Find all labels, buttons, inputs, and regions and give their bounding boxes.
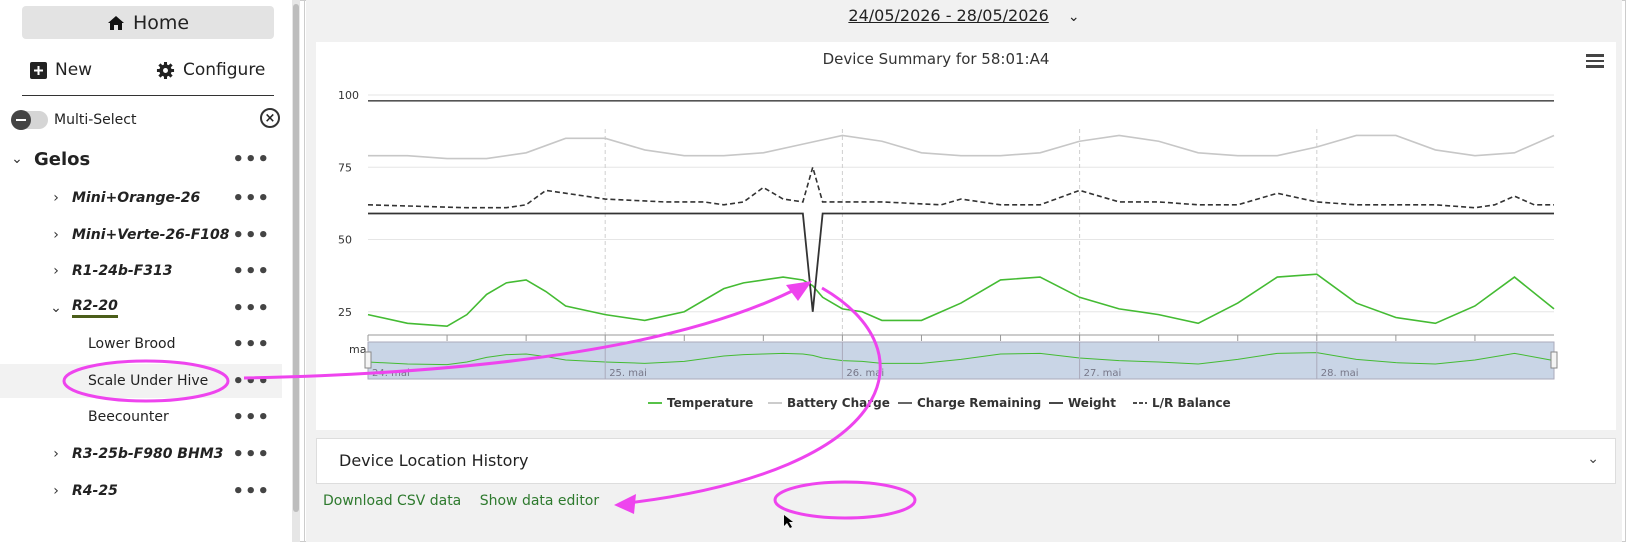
tree-node-label: R4-25: [72, 483, 118, 499]
tree-leaf[interactable]: Beecounter •••: [0, 400, 282, 434]
sidebar-scrollbar[interactable]: [292, 0, 300, 542]
series-line-temperature: [367, 273, 1555, 328]
home-icon: [107, 15, 124, 30]
configure-label: Configure: [183, 60, 266, 80]
series-line-weight: [368, 212, 1554, 312]
multiselect-label: Multi-Select: [54, 112, 137, 128]
navigator-label: 28. mai: [1321, 368, 1359, 379]
show-data-editor-link[interactable]: Show data editor: [480, 493, 599, 509]
tree-leaf-label: Beecounter: [88, 409, 169, 425]
tree-root-gelos[interactable]: ⌄ Gelos •••: [0, 142, 282, 176]
more-options-icon[interactable]: •••: [232, 261, 270, 282]
tree-leaf-selected[interactable]: Scale Under Hive •••: [0, 364, 282, 398]
more-options-icon[interactable]: •••: [232, 407, 270, 428]
legend-item: Temperature: [667, 396, 753, 410]
tree-node-label: R2-20: [72, 298, 118, 318]
more-options-icon[interactable]: •••: [232, 298, 270, 319]
sidebar: Home New Configure Multi-Select × ⌄ Gelo…: [0, 0, 300, 542]
chevron-right-icon[interactable]: ›: [49, 446, 63, 462]
multiselect-row: Multi-Select ×: [11, 108, 280, 132]
navigator-label: 24. mai: [372, 368, 410, 379]
y-tick-label: 25: [338, 306, 352, 319]
legend-item: Charge Remaining: [917, 396, 1041, 410]
action-links: Download CSV data Show data editor: [323, 493, 613, 509]
navigator-label: 25. mai: [609, 368, 647, 379]
legend-item: Battery Charge: [787, 396, 890, 410]
tree-node[interactable]: › Mini+Orange-26 •••: [0, 181, 282, 215]
more-options-icon[interactable]: •••: [232, 444, 270, 465]
chevron-down-icon[interactable]: ⌄: [1587, 451, 1599, 467]
series-line-l-r-balance: [367, 164, 1554, 209]
pane-divider: [304, 0, 305, 542]
tree-node-r2-20[interactable]: ⌄ R2-20 •••: [0, 291, 282, 325]
tree-leaf-label: Scale Under Hive: [88, 373, 209, 389]
chart-canvas: 255075100mai 248 am4 pmmai 258 am4 pmmai…: [338, 89, 1558, 410]
gear-icon: [156, 61, 175, 79]
y-tick-label: 50: [338, 234, 352, 247]
tree-node[interactable]: › Mini+Verte-26-F108 •••: [0, 218, 282, 252]
legend-item: Weight: [1068, 396, 1116, 410]
multiselect-toggle[interactable]: [11, 110, 48, 130]
chevron-right-icon[interactable]: ›: [49, 483, 63, 499]
legend-item: L/R Balance: [1152, 396, 1231, 410]
y-tick-label: 100: [338, 89, 359, 102]
date-range-label: 24/05/2026 - 28/05/2026: [848, 6, 1049, 25]
y-tick-label: 75: [338, 161, 352, 174]
navigator-label: 26. mai: [846, 368, 884, 379]
download-csv-link[interactable]: Download CSV data: [323, 493, 461, 509]
tree-node[interactable]: › R3-25b-F980 BHM3 •••: [0, 437, 282, 471]
new-label: New: [55, 60, 93, 80]
more-options-icon[interactable]: •••: [232, 149, 270, 170]
tree-leaf[interactable]: Lower Brood •••: [0, 327, 282, 361]
tree-node[interactable]: › R4-25 •••: [0, 474, 282, 508]
chevron-down-icon[interactable]: ⌄: [10, 151, 24, 167]
chart-menu-icon[interactable]: [1586, 54, 1604, 71]
sidebar-toolbar: New Configure: [22, 52, 274, 96]
chart-title: Device Summary for 58:01:A4: [822, 50, 1050, 68]
chevron-down-icon: ⌄: [1067, 9, 1080, 25]
tree-node-label: R1-24b-F313: [72, 263, 173, 279]
tree-node-label: R3-25b-F980 BHM3: [72, 446, 224, 462]
main-panel: 24/05/2026 - 28/05/2026 ⌄ 25 50 75 100 mai 2…: [306, 0, 1622, 542]
tree-node[interactable]: › R1-24b-F313 •••: [0, 254, 282, 288]
tree-root-label: Gelos: [34, 148, 91, 170]
more-options-icon[interactable]: •••: [232, 481, 270, 502]
device-summary-chart: 255075100mai 248 am4 pmmai 258 am4 pmmai…: [316, 42, 1616, 430]
new-button[interactable]: New: [30, 60, 92, 80]
navigator-label: 27. mai: [1084, 368, 1122, 379]
clear-selection-icon[interactable]: ×: [260, 108, 280, 128]
configure-button[interactable]: Configure: [156, 60, 265, 80]
chevron-right-icon[interactable]: ›: [49, 227, 63, 243]
home-button[interactable]: Home: [22, 6, 274, 39]
chevron-down-icon[interactable]: ⌄: [49, 300, 63, 316]
more-options-icon[interactable]: •••: [232, 188, 270, 209]
date-range-selector[interactable]: 24/05/2026 - 28/05/2026 ⌄: [306, 6, 1622, 25]
home-label: Home: [132, 11, 190, 34]
tree-node-label: Mini+Orange-26: [72, 190, 201, 206]
plus-square-icon: [30, 61, 47, 79]
series-line-battery-charge: [368, 134, 1555, 160]
more-options-icon[interactable]: •••: [232, 334, 270, 355]
more-options-icon[interactable]: •••: [232, 371, 270, 392]
navigator-handle-left: [364, 351, 372, 369]
location-history-title: Device Location History: [339, 451, 529, 470]
location-history-panel[interactable]: Device Location History ⌄: [316, 438, 1616, 484]
chevron-right-icon[interactable]: ›: [49, 190, 63, 206]
navigator-handle-right: [1550, 351, 1558, 369]
chevron-right-icon[interactable]: ›: [49, 263, 63, 279]
tree-leaf-label: Lower Brood: [88, 336, 176, 352]
more-options-icon[interactable]: •••: [232, 225, 270, 246]
tree-node-label: Mini+Verte-26-F108: [72, 227, 230, 243]
